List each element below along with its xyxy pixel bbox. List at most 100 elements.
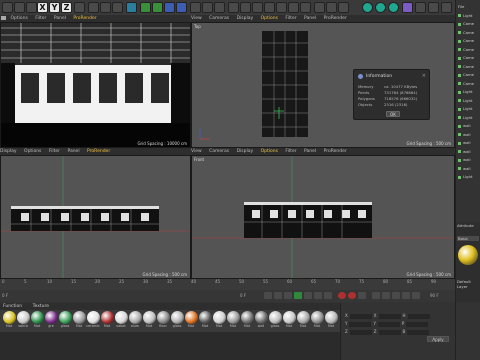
start-frame[interactable]: 0 F [240,293,246,298]
position-y-field[interactable] [349,321,372,327]
menu-cameras[interactable]: Cameras [209,16,229,21]
material-swatch[interactable]: Mat [100,311,114,330]
timeline-ruler[interactable]: 0 5 10 15 20 25 30 35 40 45 50 55 60 65 … [0,279,455,290]
object-list-item[interactable]: Light [458,13,472,18]
material-swatch[interactable]: Mat [198,311,212,330]
material-swatch[interactable]: Mat [226,311,240,330]
tweak-icon[interactable] [326,2,337,13]
select-icon[interactable] [14,2,25,13]
object-list-item[interactable]: wall [458,132,471,137]
object-list-item[interactable]: Came [458,55,474,60]
menu-options[interactable]: Options [10,16,27,21]
material-swatch[interactable]: Mat [184,311,198,330]
position-x-field[interactable] [349,313,372,319]
plugin-icon[interactable] [375,2,386,13]
object-list-item[interactable]: Came [458,47,474,52]
menu-panel[interactable]: Panel [54,16,66,21]
menu-filter[interactable]: Filter [35,16,46,21]
size-x-field[interactable] [378,313,401,319]
menu-prorender[interactable]: ProRender [87,149,110,154]
object-list-item[interactable]: File [458,4,464,9]
points-mode-icon[interactable] [276,2,287,13]
rotation-b-field[interactable] [407,329,430,335]
material-swatch[interactable]: Mat [282,311,296,330]
menu-options[interactable]: Options [24,149,41,154]
object-list-item[interactable]: Light [458,89,472,94]
camera-icon[interactable] [202,2,213,13]
material-swatch[interactable]: Mat [296,311,310,330]
deformer-icon[interactable] [176,2,187,13]
material-swatch[interactable]: floor [156,311,170,330]
move-icon[interactable] [26,2,37,13]
record-icon[interactable] [338,292,346,299]
next-key-icon[interactable] [314,292,322,299]
object-list-item[interactable]: Light [458,174,472,179]
material-swatch[interactable]: Mat [212,311,226,330]
object-list-item[interactable]: Light [458,115,472,120]
object-list-item[interactable]: Came [458,72,474,77]
subdivision-icon[interactable] [152,2,163,13]
object-list-item[interactable]: wall [458,157,471,162]
pla-key-icon[interactable] [412,292,420,299]
menu-prorender[interactable]: ProRender [73,16,96,21]
menu-options[interactable]: Options [261,16,278,21]
polygons-mode-icon[interactable] [300,2,311,13]
snap-icon[interactable] [338,2,349,13]
menu-display[interactable]: Display [237,149,254,154]
material-swatch[interactable]: ceramic [86,311,100,330]
prev-key-icon[interactable] [274,292,282,299]
mograph-icon[interactable] [441,2,452,13]
light-icon[interactable] [214,2,225,13]
workplane-icon[interactable] [264,2,275,13]
material-swatch[interactable]: Mat [72,311,86,330]
model-mode-icon[interactable] [240,2,251,13]
size-z-field[interactable] [378,329,401,335]
python-icon[interactable] [362,2,373,13]
material-swatch[interactable]: glass [268,311,282,330]
object-list-item[interactable]: wall [458,140,471,145]
menu-function[interactable]: Function [3,304,22,309]
menu-panel[interactable]: Panel [304,16,316,21]
object-list-item[interactable]: Light [458,98,472,103]
menu-filter[interactable]: Filter [285,149,296,154]
material-swatch[interactable]: Mat [310,311,324,330]
material-swatch[interactable]: alum [128,311,142,330]
viewport-front-left[interactable]: Grid Spacing : 500 cm [0,155,191,279]
axis-z-button[interactable]: Z [61,2,72,13]
material-swatch[interactable]: wall [254,311,268,330]
material-swatch[interactable]: Mat [324,311,338,330]
size-y-field[interactable] [377,321,400,327]
rotation-h-field[interactable] [407,313,430,319]
tab-basic[interactable]: Basic [457,236,479,241]
keyframe-selection-icon[interactable] [358,292,366,299]
coordinate-system-icon[interactable] [74,2,85,13]
render-settings-icon[interactable] [112,2,123,13]
make-editable-icon[interactable] [228,2,239,13]
object-list-item[interactable]: Came [458,81,474,86]
object-list-item[interactable]: Came [458,30,474,35]
menu-view[interactable]: View [191,149,202,154]
spline-pen-icon[interactable] [140,2,151,13]
menu-panel[interactable]: Panel [67,149,79,154]
array-icon[interactable] [164,2,175,13]
viewport-perspective[interactable]: Grid Spacing : 10000 cm [0,22,191,148]
viewport-front[interactable]: Front Grid Spacing : 500 cm [191,155,455,279]
quick-shader-icon[interactable] [415,2,426,13]
menu-options[interactable]: Options [261,149,278,154]
menu-filter[interactable]: Filter [285,16,296,21]
next-frame-icon[interactable] [304,292,312,299]
axis-y-button[interactable]: Y [49,2,60,13]
menu-view[interactable]: View [191,16,202,21]
enable-axis-icon[interactable] [314,2,325,13]
param-key-icon[interactable] [402,292,410,299]
cube-icon[interactable] [126,2,137,13]
menu-prorender[interactable]: ProRender [324,149,347,154]
material-swatch[interactable]: glass [170,311,184,330]
menu-display[interactable]: Display [237,16,254,21]
go-to-start-icon[interactable] [264,292,272,299]
scale-key-icon[interactable] [382,292,390,299]
menu-panel[interactable]: Panel [304,149,316,154]
material-swatch[interactable]: sahrb [16,311,30,330]
menu-cameras[interactable]: Cameras [209,149,229,154]
ok-button[interactable]: OK [386,111,400,117]
